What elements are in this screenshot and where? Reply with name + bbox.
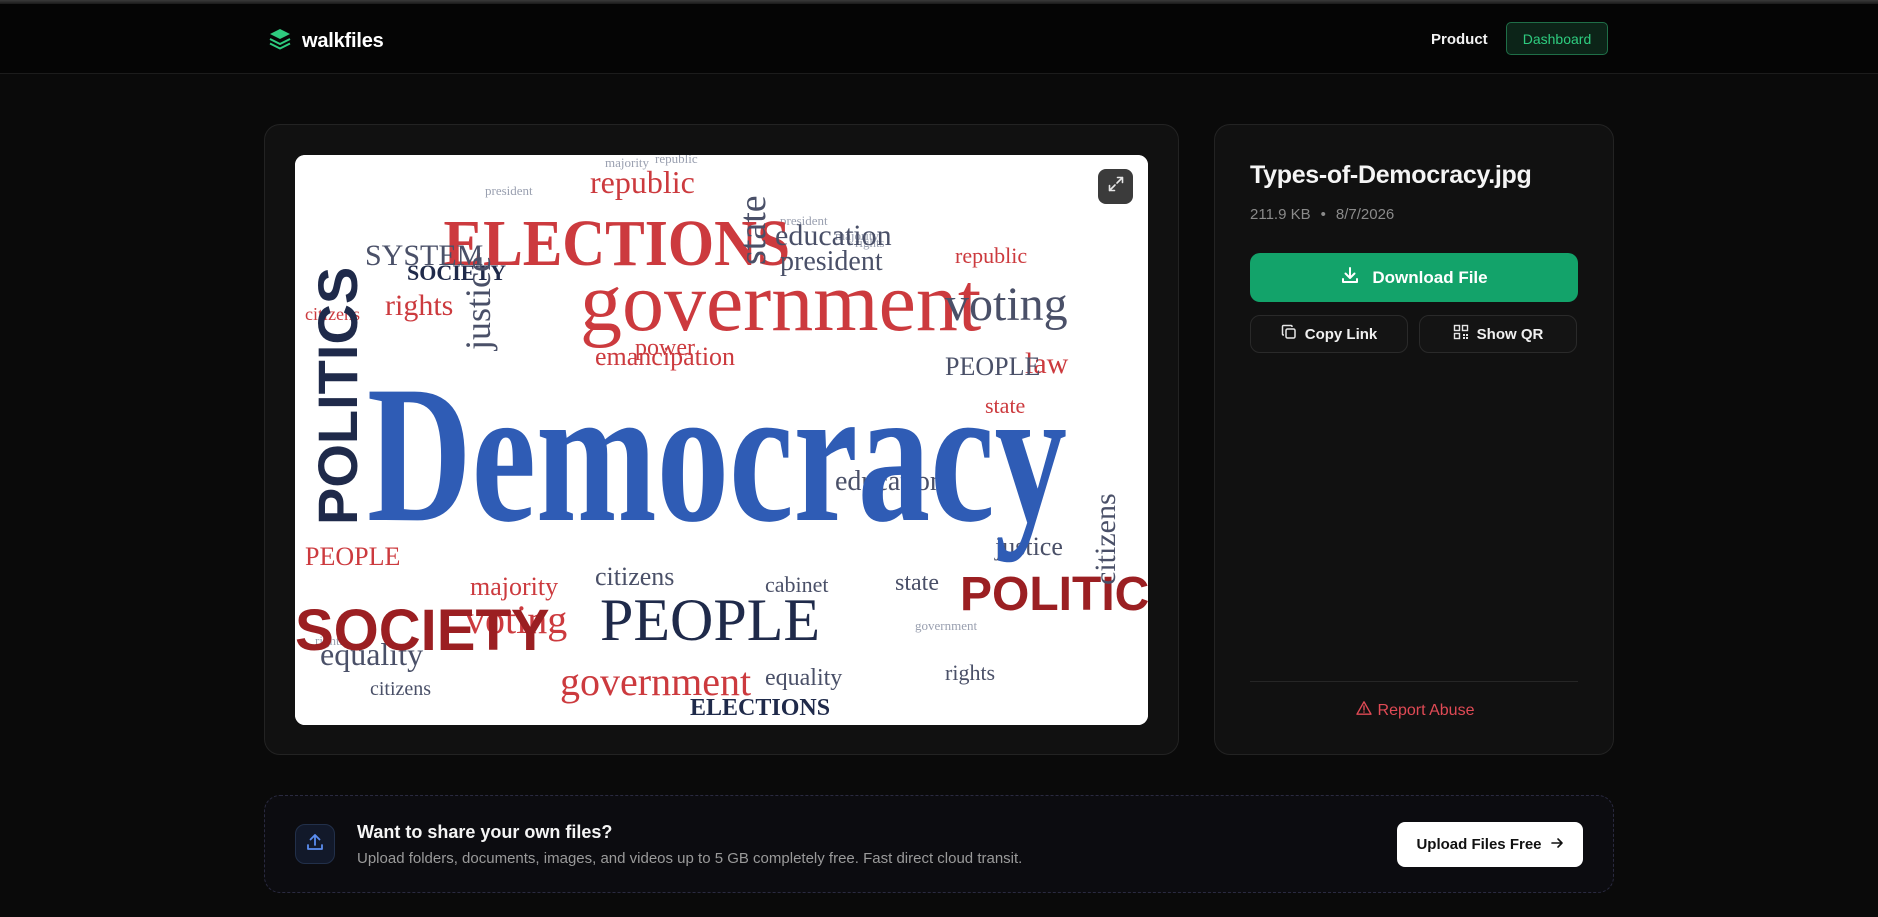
layers-icon xyxy=(268,27,292,56)
download-icon xyxy=(1340,265,1360,290)
show-qr-label: Show QR xyxy=(1476,325,1544,343)
brand-name: walkfiles xyxy=(302,29,384,52)
word-voting: voting xyxy=(945,278,1068,331)
word-cloud-image: majority republic president president ri… xyxy=(295,155,1148,725)
nav-product-link[interactable]: Product xyxy=(1431,31,1488,48)
preview-card: majority republic president president ri… xyxy=(264,124,1179,755)
upload-icon xyxy=(305,832,325,857)
report-abuse-link[interactable]: Report Abuse xyxy=(1215,700,1615,721)
expand-preview-button[interactable] xyxy=(1098,169,1133,204)
file-name: Types-of-Democracy.jpg xyxy=(1250,161,1532,189)
nav-dashboard-button[interactable]: Dashboard xyxy=(1506,22,1608,55)
image-preview[interactable]: majority republic president president ri… xyxy=(295,155,1148,725)
qr-icon xyxy=(1453,324,1469,344)
copy-icon xyxy=(1281,324,1297,344)
word-citizens-2: citizens xyxy=(370,678,431,700)
word-citizens-vertical: citizens xyxy=(1089,493,1122,585)
upload-files-label: Upload Files Free xyxy=(1416,836,1542,853)
word-state-2: state xyxy=(895,570,939,596)
file-meta: 211.9 KB • 8/7/2026 xyxy=(1250,206,1394,223)
svg-text:president: president xyxy=(485,183,533,198)
word-state-vertical: state xyxy=(732,195,774,265)
file-info-card: Types-of-Democracy.jpg 211.9 KB • 8/7/20… xyxy=(1214,124,1614,755)
meta-separator: • xyxy=(1320,206,1326,223)
word-republic: republic xyxy=(590,164,695,200)
show-qr-button[interactable]: Show QR xyxy=(1419,315,1577,353)
expand-icon xyxy=(1107,175,1125,198)
file-date: 8/7/2026 xyxy=(1335,206,1395,223)
word-society-large: SOCIETY xyxy=(295,598,550,663)
report-abuse-label: Report Abuse xyxy=(1377,701,1475,719)
upload-icon-box xyxy=(295,824,335,864)
site-header: walkfiles Product Dashboard xyxy=(0,4,1878,74)
copy-link-button[interactable]: Copy Link xyxy=(1250,315,1408,353)
word-elections-small: ELECTIONS xyxy=(690,695,830,721)
word-equality-2: equality xyxy=(765,665,842,691)
brand-logo[interactable]: walkfiles xyxy=(268,26,384,56)
word-politics-left: POLITICS xyxy=(306,267,369,525)
upload-cta-banner: Want to share your own files? Upload fol… xyxy=(264,795,1614,893)
word-democracy: Democracy xyxy=(367,346,1067,563)
word-rights-2: rights xyxy=(945,660,995,685)
arrow-right-icon xyxy=(1550,836,1564,854)
word-justice-vertical: justice xyxy=(458,256,498,352)
cta-title: Want to share your own files? xyxy=(357,822,613,842)
word-republic-small: republic xyxy=(955,243,1027,268)
upload-files-button[interactable]: Upload Files Free xyxy=(1397,822,1583,867)
word-rights: rights xyxy=(385,289,453,322)
download-label: Download File xyxy=(1372,267,1488,287)
word-president: president xyxy=(780,246,883,277)
file-size: 211.9 KB xyxy=(1250,206,1311,223)
cta-subtitle: Upload folders, documents, images, and v… xyxy=(357,850,1023,867)
warning-icon xyxy=(1355,700,1372,721)
word-people-large: PEOPLE xyxy=(600,587,820,653)
divider xyxy=(1250,681,1578,682)
copy-link-label: Copy Link xyxy=(1304,325,1378,343)
download-button[interactable]: Download File xyxy=(1250,253,1578,302)
